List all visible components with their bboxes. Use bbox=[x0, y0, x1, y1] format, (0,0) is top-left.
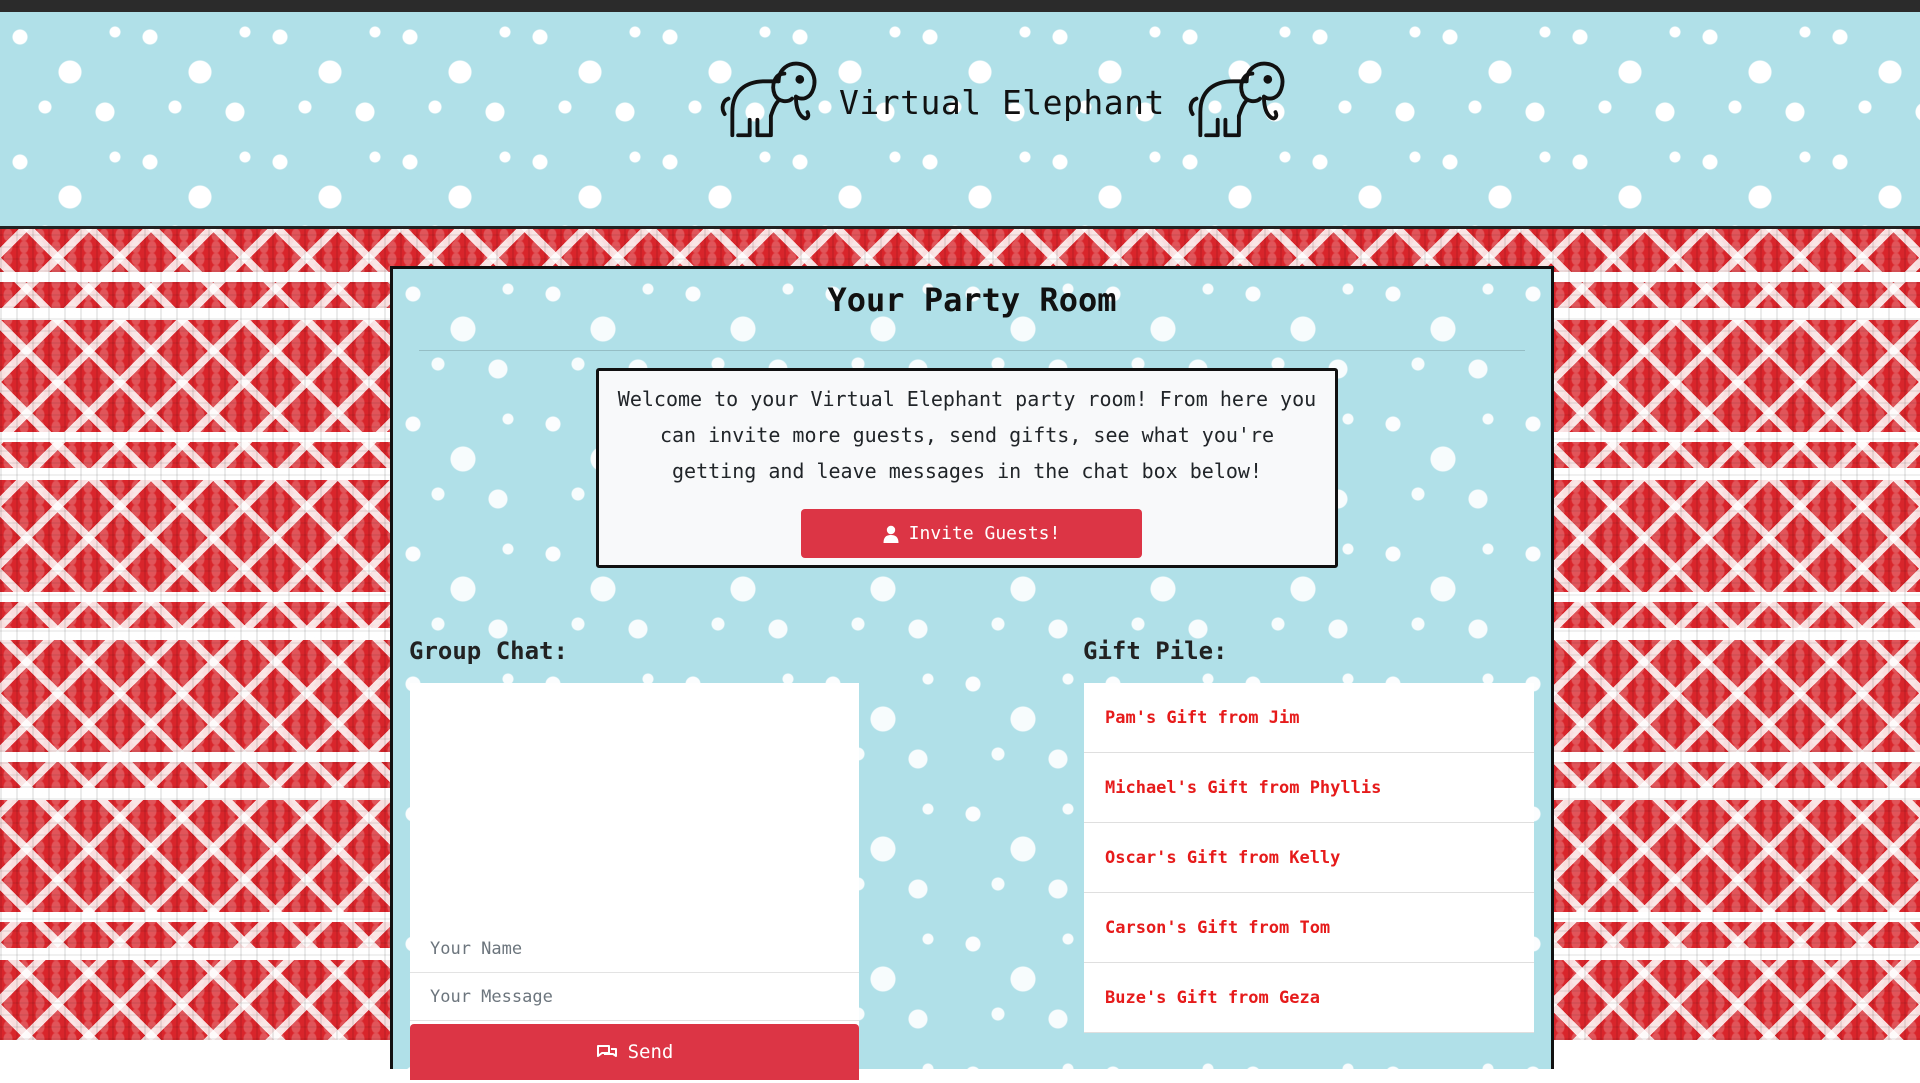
your-message-input[interactable] bbox=[410, 973, 859, 1021]
gift-link[interactable]: Oscar's Gift from Kelly bbox=[1105, 848, 1340, 868]
gift-list-item: Carson's Gift from Tom bbox=[1084, 893, 1534, 963]
chat-bubbles-icon bbox=[596, 1043, 618, 1061]
group-chat-box: Send bbox=[410, 683, 859, 1083]
gift-link[interactable]: Buze's Gift from Geza bbox=[1105, 988, 1320, 1008]
brand: Virtual Elephant bbox=[715, 52, 1289, 152]
elephant-icon bbox=[1183, 56, 1289, 148]
page-title: Your Party Room bbox=[827, 281, 1117, 319]
your-name-input[interactable] bbox=[410, 925, 859, 973]
site-header: Virtual Elephant bbox=[0, 12, 1920, 229]
gift-pile-label: Gift Pile: bbox=[1083, 637, 1228, 665]
gift-pile-list: Pam's Gift from Jim Michael's Gift from P… bbox=[1084, 683, 1534, 1033]
gift-link[interactable]: Pam's Gift from Jim bbox=[1105, 708, 1299, 728]
chat-messages-area[interactable] bbox=[410, 683, 859, 923]
group-chat-label: Group Chat: bbox=[409, 637, 568, 665]
invite-guests-label: Invite Guests! bbox=[908, 523, 1061, 544]
send-button[interactable]: Send bbox=[410, 1024, 859, 1080]
gift-list-item: Pam's Gift from Jim bbox=[1084, 683, 1534, 753]
gift-list-item: Oscar's Gift from Kelly bbox=[1084, 823, 1534, 893]
user-icon bbox=[883, 525, 899, 543]
gift-link[interactable]: Carson's Gift from Tom bbox=[1105, 918, 1330, 938]
send-label: Send bbox=[627, 1041, 674, 1063]
divider bbox=[419, 350, 1525, 351]
browser-toolbar-strip bbox=[0, 0, 1920, 12]
gift-link[interactable]: Michael's Gift from Phyllis bbox=[1105, 778, 1381, 798]
site-title: Virtual Elephant bbox=[839, 82, 1165, 122]
party-room-panel: Your Party Room Welcome to your Virtual … bbox=[390, 266, 1554, 1083]
elephant-icon bbox=[715, 56, 821, 148]
invite-guests-button[interactable]: Invite Guests! bbox=[801, 509, 1142, 558]
gift-list-item: Michael's Gift from Phyllis bbox=[1084, 753, 1534, 823]
welcome-text: Welcome to your Virtual Elephant party r… bbox=[617, 387, 1317, 483]
gift-list-item: Buze's Gift from Geza bbox=[1084, 963, 1534, 1033]
welcome-card: Welcome to your Virtual Elephant party r… bbox=[596, 368, 1338, 568]
